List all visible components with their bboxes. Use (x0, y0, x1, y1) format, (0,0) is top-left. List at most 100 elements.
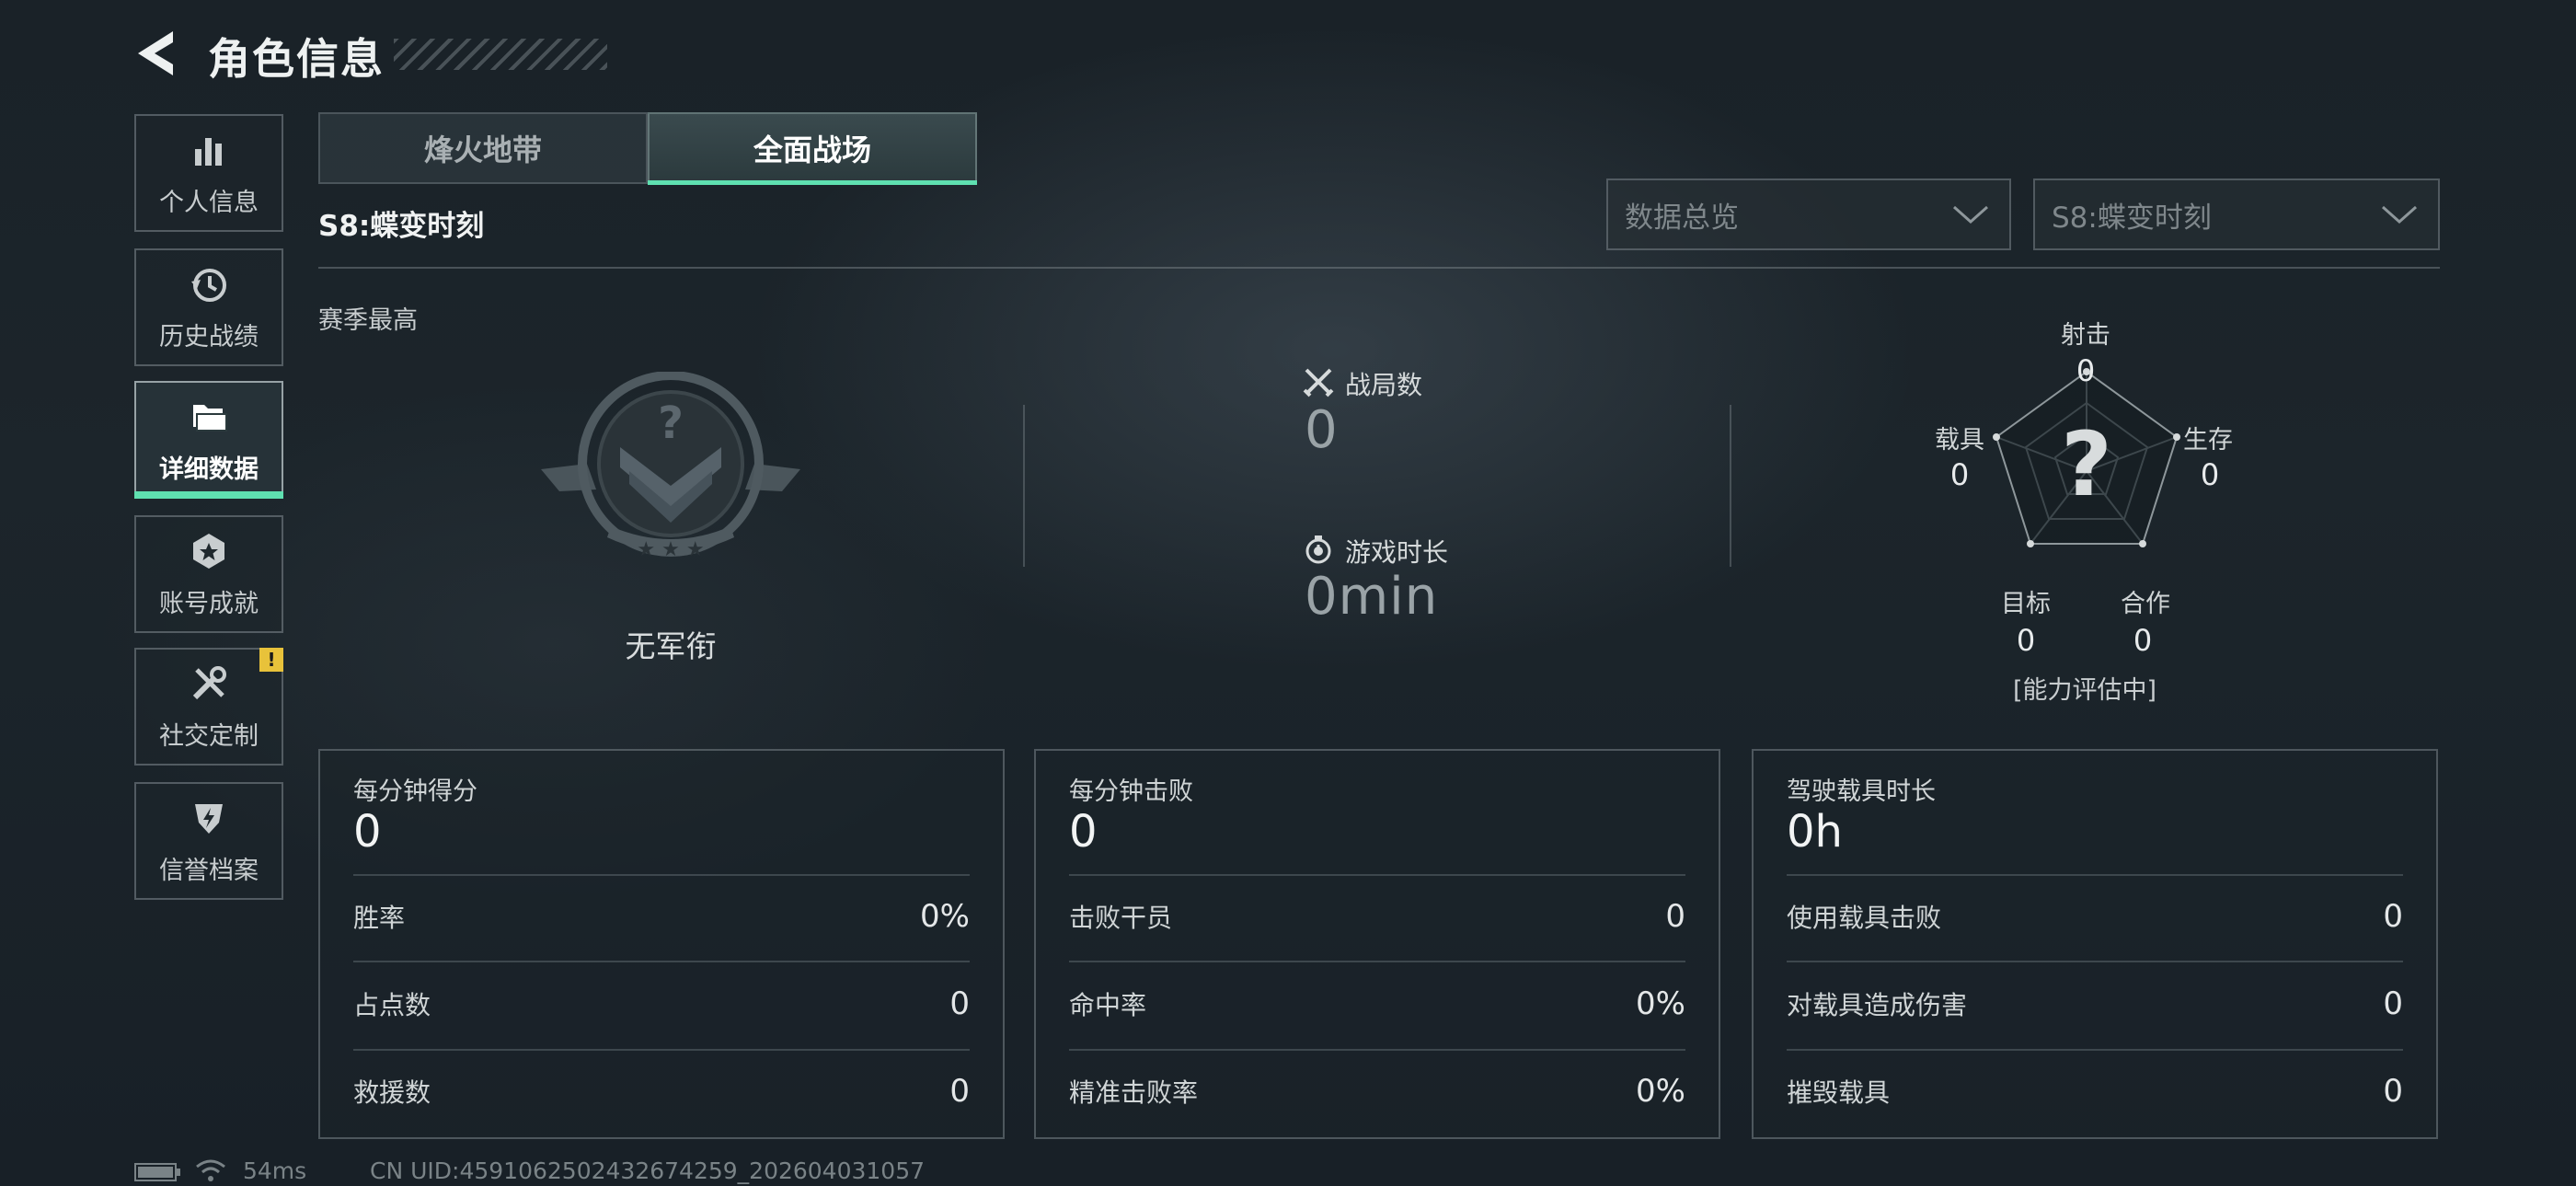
svg-text:?: ? (658, 397, 684, 449)
wifi-icon (196, 1159, 225, 1181)
row-value: 0 (2383, 898, 2403, 935)
radar-status: [能力评估中] (2012, 676, 2157, 705)
row-label: 使用载具击败 (1787, 903, 1942, 933)
view-select[interactable]: 数据总览 (1606, 178, 2011, 250)
stopwatch-icon (1305, 535, 1331, 564)
svg-text:★ ★ ★: ★ ★ ★ (637, 538, 704, 561)
notification-badge: ! (259, 648, 283, 672)
sidebar-item-label: 历史战绩 (159, 322, 259, 351)
playtime-label: 游戏时长 (1345, 537, 1449, 568)
crossed-swords-icon (1303, 368, 1334, 397)
sidebar-item-history[interactable]: 历史战绩 (134, 248, 283, 366)
row-value: 0% (1636, 1073, 1685, 1110)
row-label: 救援数 (353, 1077, 431, 1108)
row-divider (1069, 874, 1685, 876)
rank-name: 无军衔 (625, 628, 717, 664)
radar-vehicle-label: 载具 (1935, 426, 1984, 455)
playtime-value: 0min (1305, 567, 1439, 627)
tools-icon (192, 665, 226, 699)
table-row: 摧毁载具 0 (1787, 1073, 2403, 1110)
table-row: 对载具造成伤害 0 (1787, 985, 2403, 1022)
folder-icon (193, 404, 227, 432)
sidebar-item-label: 信誉档案 (159, 856, 259, 885)
row-label: 占点数 (353, 990, 431, 1020)
row-value: 0% (1636, 985, 1685, 1022)
tab-beacon-zone[interactable]: 烽火地带 (318, 112, 648, 184)
table-row: 使用载具击败 0 (1787, 898, 2403, 935)
radar-survival-label: 生存 (2183, 426, 2233, 455)
panel-title: 每分钟击败 (1069, 777, 1193, 806)
season-select-value: S8:蝶变时刻 (2052, 201, 2212, 235)
divider (1730, 405, 1731, 567)
radar-vehicle-value: 0 (1949, 457, 1970, 492)
sidebar-item-social[interactable]: 社交定制 ! (134, 648, 283, 766)
radar-teamwork-label: 合作 (2121, 590, 2170, 618)
chevron-down-icon (1953, 205, 1988, 225)
radar-objective-value: 0 (2016, 623, 2036, 658)
view-select-value: 数据总览 (1625, 201, 1739, 235)
row-divider (1069, 1049, 1685, 1051)
matches-value: 0 (1305, 400, 1339, 460)
rank-emblem-icon: ? ★ ★ ★ (541, 372, 800, 561)
radar-teamwork-value: 0 (2133, 623, 2153, 658)
row-value: 0 (949, 1073, 970, 1110)
row-divider (353, 1049, 970, 1051)
row-label: 胜率 (353, 903, 406, 933)
panel-main-value: 0 (353, 806, 382, 858)
table-row: 精准击败率 0% (1069, 1073, 1685, 1110)
row-label: 击败干员 (1069, 903, 1173, 933)
table-row: 占点数 0 (353, 985, 970, 1022)
sidebar-item-personal-info[interactable]: 个人信息 (134, 114, 283, 232)
radar-survival-value: 0 (2200, 457, 2220, 492)
header-divider (318, 267, 2440, 269)
medal-icon (193, 533, 224, 569)
sidebar-item-label: 详细数据 (159, 455, 259, 484)
panel-main-value: 0 (1069, 806, 1098, 858)
row-label: 摧毁载具 (1787, 1077, 1891, 1108)
row-label: 对载具造成伤害 (1787, 990, 1968, 1020)
radar-shooting-label: 射击 (2061, 321, 2110, 350)
title-decoration (394, 39, 607, 70)
row-divider (1787, 961, 2403, 962)
battery-icon (134, 1163, 180, 1181)
row-divider (353, 961, 970, 962)
season-title: S8:蝶变时刻 (318, 210, 485, 243)
stats-panel-vehicle: 驾驶载具时长 0h 使用载具击败 0 对载具造成伤害 0 摧毁载具 0 (1752, 749, 2438, 1139)
divider (1023, 405, 1025, 567)
matches-label: 战局数 (1345, 370, 1423, 400)
row-divider (353, 874, 970, 876)
history-icon (191, 268, 226, 302)
row-divider (1787, 1049, 2403, 1051)
back-button[interactable] (132, 28, 180, 79)
tab-all-out-warfare[interactable]: 全面战场 (648, 112, 977, 185)
page-title: 角色信息 (208, 34, 385, 84)
sidebar-item-credit[interactable]: 信誉档案 (134, 782, 283, 900)
panel-title: 每分钟得分 (353, 777, 477, 806)
radar-unknown-mark: ? (2061, 413, 2112, 516)
table-row: 救援数 0 (353, 1073, 970, 1110)
table-row: 命中率 0% (1069, 985, 1685, 1022)
row-value: 0 (1665, 898, 1685, 935)
back-arrow-icon (138, 31, 173, 75)
season-select[interactable]: S8:蝶变时刻 (2033, 178, 2440, 250)
uid-text: CN UID:4591062502432674259_202604031057 (370, 1157, 926, 1184)
radar-objective-label: 目标 (2001, 590, 2051, 618)
row-label: 命中率 (1069, 990, 1147, 1020)
panel-title: 驾驶载具时长 (1787, 777, 1936, 806)
table-row: 击败干员 0 (1069, 898, 1685, 935)
row-value: 0 (949, 985, 970, 1022)
sidebar-item-detailed-data[interactable]: 详细数据 (134, 381, 283, 499)
stats-panel-score: 每分钟得分 0 胜率 0% 占点数 0 救援数 0 (318, 749, 1005, 1139)
table-row: 胜率 0% (353, 898, 970, 935)
sidebar-item-label: 账号成就 (159, 589, 259, 618)
row-divider (1787, 874, 2403, 876)
panel-main-value: 0h (1787, 806, 1843, 858)
stats-panel-kills: 每分钟击败 0 击败干员 0 命中率 0% 精准击败率 0% (1034, 749, 1720, 1139)
sidebar-item-achievements[interactable]: 账号成就 (134, 515, 283, 633)
sidebar-item-label: 个人信息 (159, 188, 259, 217)
sidebar-item-label: 社交定制 (159, 721, 259, 751)
row-divider (1069, 961, 1685, 962)
chevron-down-icon (2382, 205, 2417, 225)
ping-value: 54ms (243, 1157, 307, 1184)
bar-chart-icon (195, 137, 222, 166)
